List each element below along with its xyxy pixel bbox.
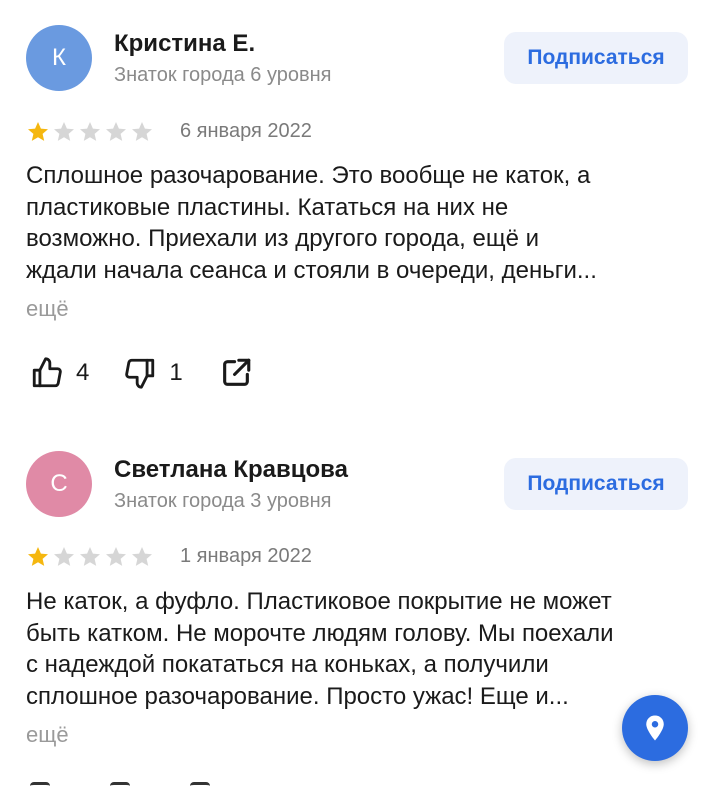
read-more-link[interactable]: ещё (26, 722, 69, 748)
dislike-button[interactable]: 1 (123, 356, 183, 390)
review-date: 6 января 2022 (180, 120, 312, 142)
map-pin-fab-button[interactable] (622, 695, 688, 761)
share-icon (222, 358, 251, 386)
star-empty-icon (54, 122, 74, 141)
star-empty-icon (106, 122, 126, 141)
thumbs-down-icon (125, 358, 155, 389)
star-empty-icon (132, 547, 152, 566)
star-filled-icon (28, 547, 48, 566)
review-actions-partial (30, 782, 210, 793)
reviewer-name[interactable]: Кристина Е. (114, 30, 255, 58)
thumbs-up-icon (32, 357, 62, 388)
star-empty-icon (80, 547, 100, 566)
avatar-letter: К (52, 44, 66, 71)
review-actions: 4 1 (30, 356, 253, 390)
star-empty-icon (132, 122, 152, 141)
reviewer-badge: Знаток города 3 уровня (114, 490, 332, 512)
avatar[interactable]: С (26, 451, 92, 517)
thumbs-down-icon[interactable] (110, 782, 130, 793)
rating-stars (26, 545, 154, 569)
review-text-line: сплошное разочарование. Просто ужас! Еще… (26, 682, 569, 710)
star-empty-icon (106, 547, 126, 566)
review-date: 1 января 2022 (180, 545, 312, 567)
review-text-line: ждали начала сеанса и стояли в очереди, … (26, 256, 597, 284)
review-text-line: быть катком. Не морочте людям голову. Мы… (26, 619, 614, 647)
review-text-line: возможно. Приехали из другого города, ещ… (26, 225, 540, 252)
star-filled-icon (28, 122, 48, 141)
dislike-count: 1 (169, 359, 183, 386)
share-icon[interactable] (190, 782, 210, 793)
review-text-line: с надеждой покататься на коньках, а полу… (26, 651, 549, 678)
thumbs-up-icon[interactable] (30, 782, 50, 793)
rating-stars (26, 120, 154, 144)
star-empty-icon (80, 122, 100, 141)
review-text-line: пластиковые пластины. Кататься на них не (26, 193, 509, 221)
avatar-letter: С (50, 470, 68, 497)
subscribe-button[interactable]: Подписаться (504, 32, 688, 84)
subscribe-button[interactable]: Подписаться (504, 458, 688, 510)
star-empty-icon (54, 547, 74, 566)
review-text-line: Сплошное разочарование. Это вообще не ка… (26, 162, 591, 189)
like-button[interactable]: 4 (30, 356, 89, 390)
review-text: Не каток, а фуфло. Пластиковое покрытие … (26, 586, 676, 712)
reviewer-badge: Знаток города 6 уровня (114, 64, 332, 86)
map-pin-icon (646, 715, 664, 741)
review-text: Сплошное разочарование. Это вообще не ка… (26, 160, 676, 286)
review-text-line: Не каток, а фуфло. Пластиковое покрытие … (26, 588, 612, 615)
read-more-link[interactable]: ещё (26, 296, 69, 322)
avatar[interactable]: К (26, 25, 92, 91)
share-button[interactable] (219, 356, 253, 390)
like-count: 4 (76, 359, 90, 386)
reviewer-name[interactable]: Светлана Кравцова (114, 456, 348, 484)
